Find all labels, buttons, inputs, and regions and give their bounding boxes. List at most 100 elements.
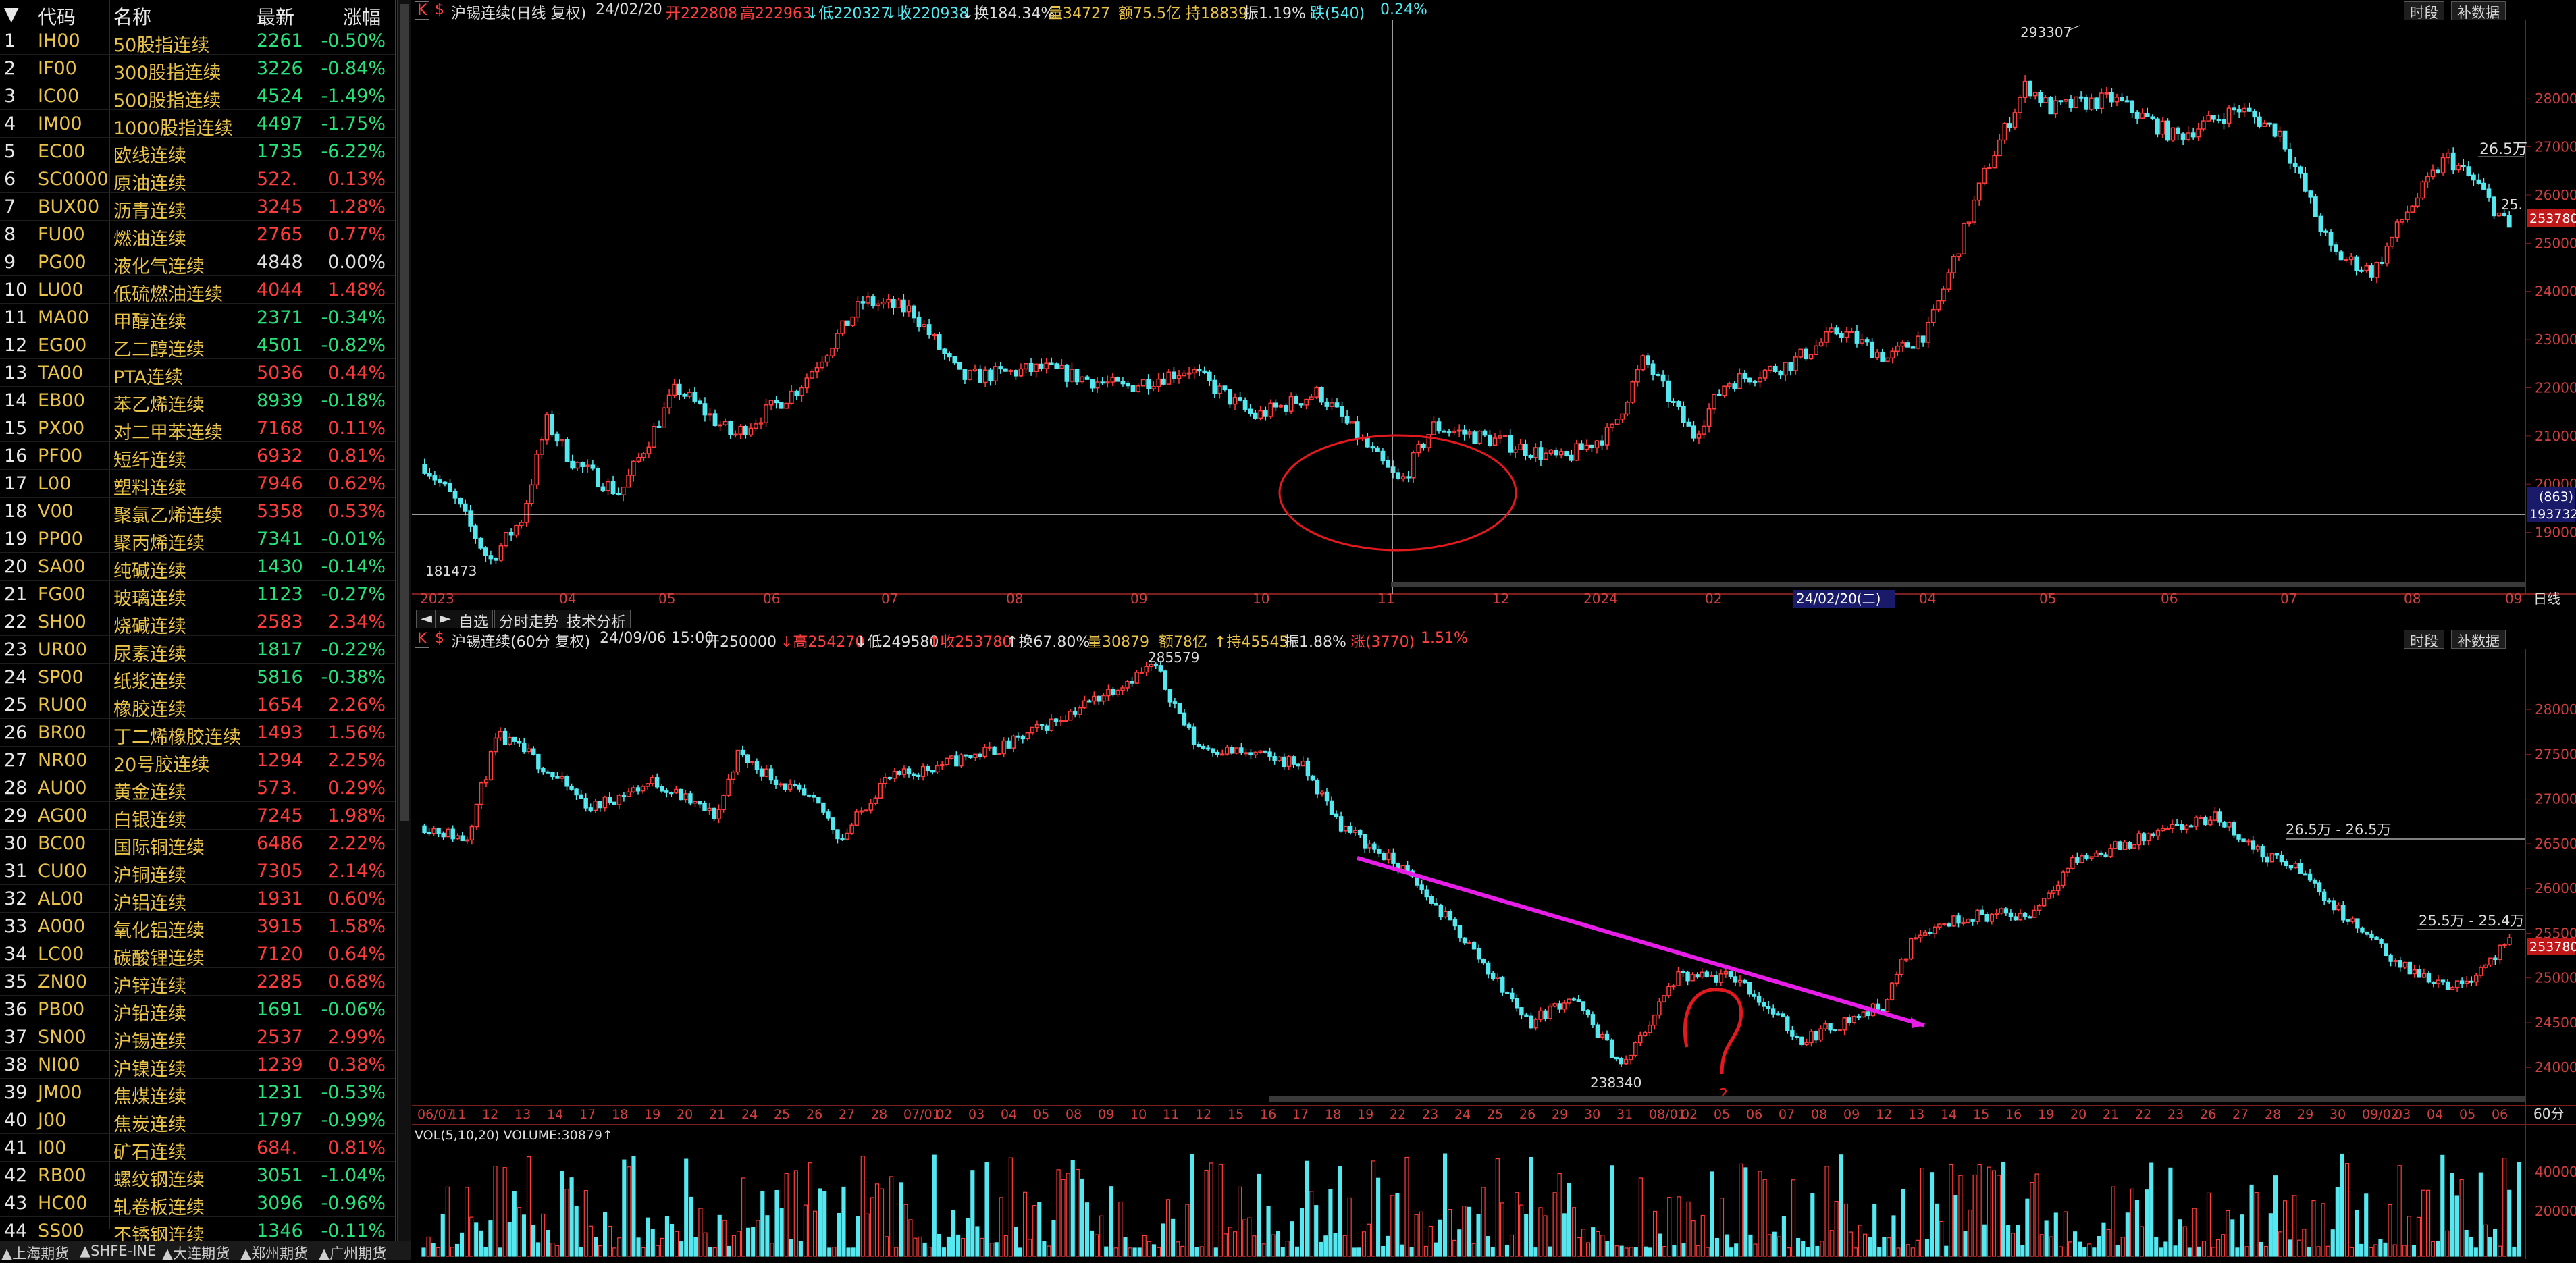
volume-bar: [1190, 1154, 1194, 1257]
watchlist-row[interactable]: 20 SA00 纯碱连续 1430 -0.14%: [0, 553, 395, 582]
watchlist-row[interactable]: 23 UR00 尿素连续 1817 -0.22%: [0, 636, 395, 665]
volume-bar: [679, 1241, 684, 1257]
watchlist-row[interactable]: 37 SN00 沪锡连续 2537 2.99%: [0, 1023, 395, 1052]
watchlist-row[interactable]: 1 IH00 50股指连续 2261 -0.50%: [0, 27, 395, 56]
watchlist-row[interactable]: 13 TA00 PTA连续 5036 0.44%: [0, 359, 395, 388]
change-percent: 0.81%: [327, 446, 386, 466]
candle: [1923, 932, 1928, 936]
change-percent: 0.11%: [327, 418, 386, 439]
watchlist-row[interactable]: 40 J00 焦炭连续 1797 -0.99%: [0, 1106, 395, 1135]
volume-bar: [1299, 1208, 1305, 1257]
candle: [810, 371, 814, 379]
watchlist-row[interactable]: 39 JM00 焦煤连续 1231 -0.53%: [0, 1079, 395, 1108]
tab-watchlist[interactable]: 自选: [454, 610, 494, 631]
volume-bar: [1467, 1206, 1471, 1257]
watchlist-row[interactable]: 31 CU00 沪铜连续 7305 2.14%: [0, 857, 395, 886]
volume-bar: [1839, 1154, 1843, 1257]
daily-candlestick-chart[interactable]: 2800002700002600002500002400002300002200…: [412, 0, 2576, 610]
watchlist-row[interactable]: 32 AL00 沪铝连续 1931 0.60%: [0, 885, 395, 914]
sort-indicator-icon[interactable]: ▼: [4, 3, 19, 25]
time-axis-label: 02: [1681, 1107, 1698, 1122]
watchlist-row[interactable]: 26 BR00 丁二烯橡胶连续 1493 1.56%: [0, 719, 395, 748]
scrollbar-thumb[interactable]: [400, 4, 409, 821]
candle: [1691, 425, 1696, 439]
tab-dalian-futures[interactable]: ▲大连期货: [162, 1243, 230, 1263]
next-arrow-icon[interactable]: ►: [435, 610, 456, 628]
candle: [1533, 1019, 1538, 1029]
watchlist-row[interactable]: 12 EG00 乙二醇连续 4501 -0.82%: [0, 331, 395, 360]
candle: [1788, 362, 1793, 371]
watchlist-row[interactable]: 36 PB00 沪铅连续 1691 -0.06%: [0, 996, 395, 1025]
candle: [1866, 1011, 1871, 1017]
watchlist-row[interactable]: 29 AG00 白银连续 7245 1.98%: [0, 802, 395, 831]
watchlist-row[interactable]: 6 SC0000 原油连续 522. 0.13%: [0, 165, 395, 194]
watchlist-row[interactable]: 5 EC00 欧线连续 1735 -6.22%: [0, 138, 395, 167]
row-index: 21: [4, 584, 28, 605]
tab-guangzhou-futures[interactable]: ▲广州期货: [319, 1243, 386, 1263]
watchlist-row[interactable]: 24 SP00 纸浆连续 5816 -0.38%: [0, 664, 395, 693]
watchlist-row[interactable]: 7 BUX00 沥青连续 3245 1.28%: [0, 193, 395, 222]
candle: [2066, 867, 2070, 873]
watchlist-row[interactable]: 16 PF00 短纤连续 6932 0.81%: [0, 442, 395, 471]
watchlist-row[interactable]: 35 ZN00 沪锌连续 2285 0.68%: [0, 968, 395, 997]
watchlist-row[interactable]: 33 A000 氧化铝连续 3915 1.58%: [0, 913, 395, 942]
watchlist-row[interactable]: 43 HC00 轧卷板连续 3096 -0.96%: [0, 1189, 395, 1218]
volume-bar: [1084, 1202, 1090, 1257]
contract-code: SS00: [38, 1220, 84, 1241]
hourly-candlestick-chart[interactable]: 2800002750002700002650002600002550002500…: [412, 628, 2576, 1259]
time-axis-label: 04: [2427, 1107, 2443, 1122]
time-axis-label: 25: [1487, 1107, 1503, 1122]
candle: [2474, 975, 2479, 983]
watchlist-row[interactable]: 9 PG00 液化气连续 4848 0.00%: [0, 248, 395, 277]
watchlist-row[interactable]: 8 FU00 燃油连续 2765 0.77%: [0, 221, 395, 250]
column-header-code[interactable]: 代码: [38, 3, 76, 30]
watchlist-row[interactable]: 21 FG00 玻璃连续 1123 -0.27%: [0, 581, 395, 610]
watchlist-row[interactable]: 28 AU00 黄金连续 573. 0.29%: [0, 774, 395, 803]
candle: [802, 788, 807, 796]
watchlist-row[interactable]: 30 BC00 国际铜连续 6486 2.22%: [0, 830, 395, 859]
watchlist-row[interactable]: 38 NI00 沪镍连续 1239 0.38%: [0, 1051, 395, 1080]
candle: [2360, 927, 2365, 933]
volume-bar: [2145, 1189, 2149, 1257]
candle: [1947, 923, 1951, 927]
watchlist-row[interactable]: 41 I00 矿石连续 684. 0.81%: [0, 1134, 395, 1163]
tab-shanghai-futures[interactable]: ▲上海期货: [1, 1243, 69, 1263]
volume-bar: [798, 1241, 803, 1257]
watchlist-row[interactable]: 4 IM00 1000股指连续 4497 -1.75%: [0, 110, 395, 139]
prev-arrow-icon[interactable]: ◄: [416, 610, 437, 628]
tab-intraday[interactable]: 分时走势: [494, 610, 564, 631]
watchlist-scrollbar[interactable]: [397, 0, 411, 1241]
watchlist-row[interactable]: 15 PX00 对二甲苯连续 7168 0.11%: [0, 414, 395, 444]
watchlist-row[interactable]: 25 RU00 橡胶连续 1654 2.26%: [0, 691, 395, 720]
tab-zhengzhou-futures[interactable]: ▲郑州期货: [240, 1243, 308, 1263]
watchlist-row[interactable]: 10 LU00 低硫燃油连续 4044 1.48%: [0, 276, 395, 305]
volume-bar: [1691, 1220, 1696, 1257]
candle: [1942, 923, 1947, 926]
watchlist-row[interactable]: 14 EB00 苯乙烯连续 8939 -0.18%: [0, 387, 395, 416]
candle: [469, 826, 475, 841]
column-header-name[interactable]: 名称: [113, 3, 151, 30]
column-header-last[interactable]: 最新: [257, 3, 294, 30]
volume-bar: [1581, 1229, 1586, 1257]
candle: [656, 425, 662, 428]
candle: [529, 484, 534, 504]
watchlist-row[interactable]: 42 RB00 螺纹钢连续 3051 -1.04%: [0, 1162, 395, 1191]
watchlist-row[interactable]: 18 V00 聚氯乙烯连续 5358 0.53%: [0, 498, 395, 527]
candle: [2217, 811, 2222, 823]
volume-bar: [445, 1186, 450, 1257]
candle: [2369, 934, 2374, 938]
volume-bar: [1896, 1247, 1901, 1257]
watchlist-row[interactable]: 19 PP00 聚丙烯连续 7341 -0.01%: [0, 525, 395, 554]
watchlist-row[interactable]: 22 SH00 烧碱连续 2583 2.34%: [0, 608, 395, 637]
watchlist-row[interactable]: 11 MA00 甲醇连续 2371 -0.34%: [0, 304, 395, 333]
watchlist-row[interactable]: 2 IF00 300股指连续 3226 -0.84%: [0, 55, 395, 84]
candle: [1562, 1002, 1567, 1010]
watchlist-row[interactable]: 3 IC00 500股指连续 4524 -1.49%: [0, 82, 395, 111]
column-header-change[interactable]: 涨幅: [343, 3, 381, 30]
tab-shfe-ine[interactable]: ▲SHFE-INE: [80, 1243, 156, 1259]
watchlist-row[interactable]: 27 NR00 20号胶连续 1294 2.25%: [0, 747, 395, 776]
tab-technical[interactable]: 技术分析: [562, 610, 631, 631]
watchlist-row[interactable]: 34 LC00 碳酸锂连续 7120 0.64%: [0, 940, 395, 969]
watchlist-row[interactable]: 17 L00 塑料连续 7946 0.62%: [0, 470, 395, 499]
candle: [438, 479, 442, 483]
